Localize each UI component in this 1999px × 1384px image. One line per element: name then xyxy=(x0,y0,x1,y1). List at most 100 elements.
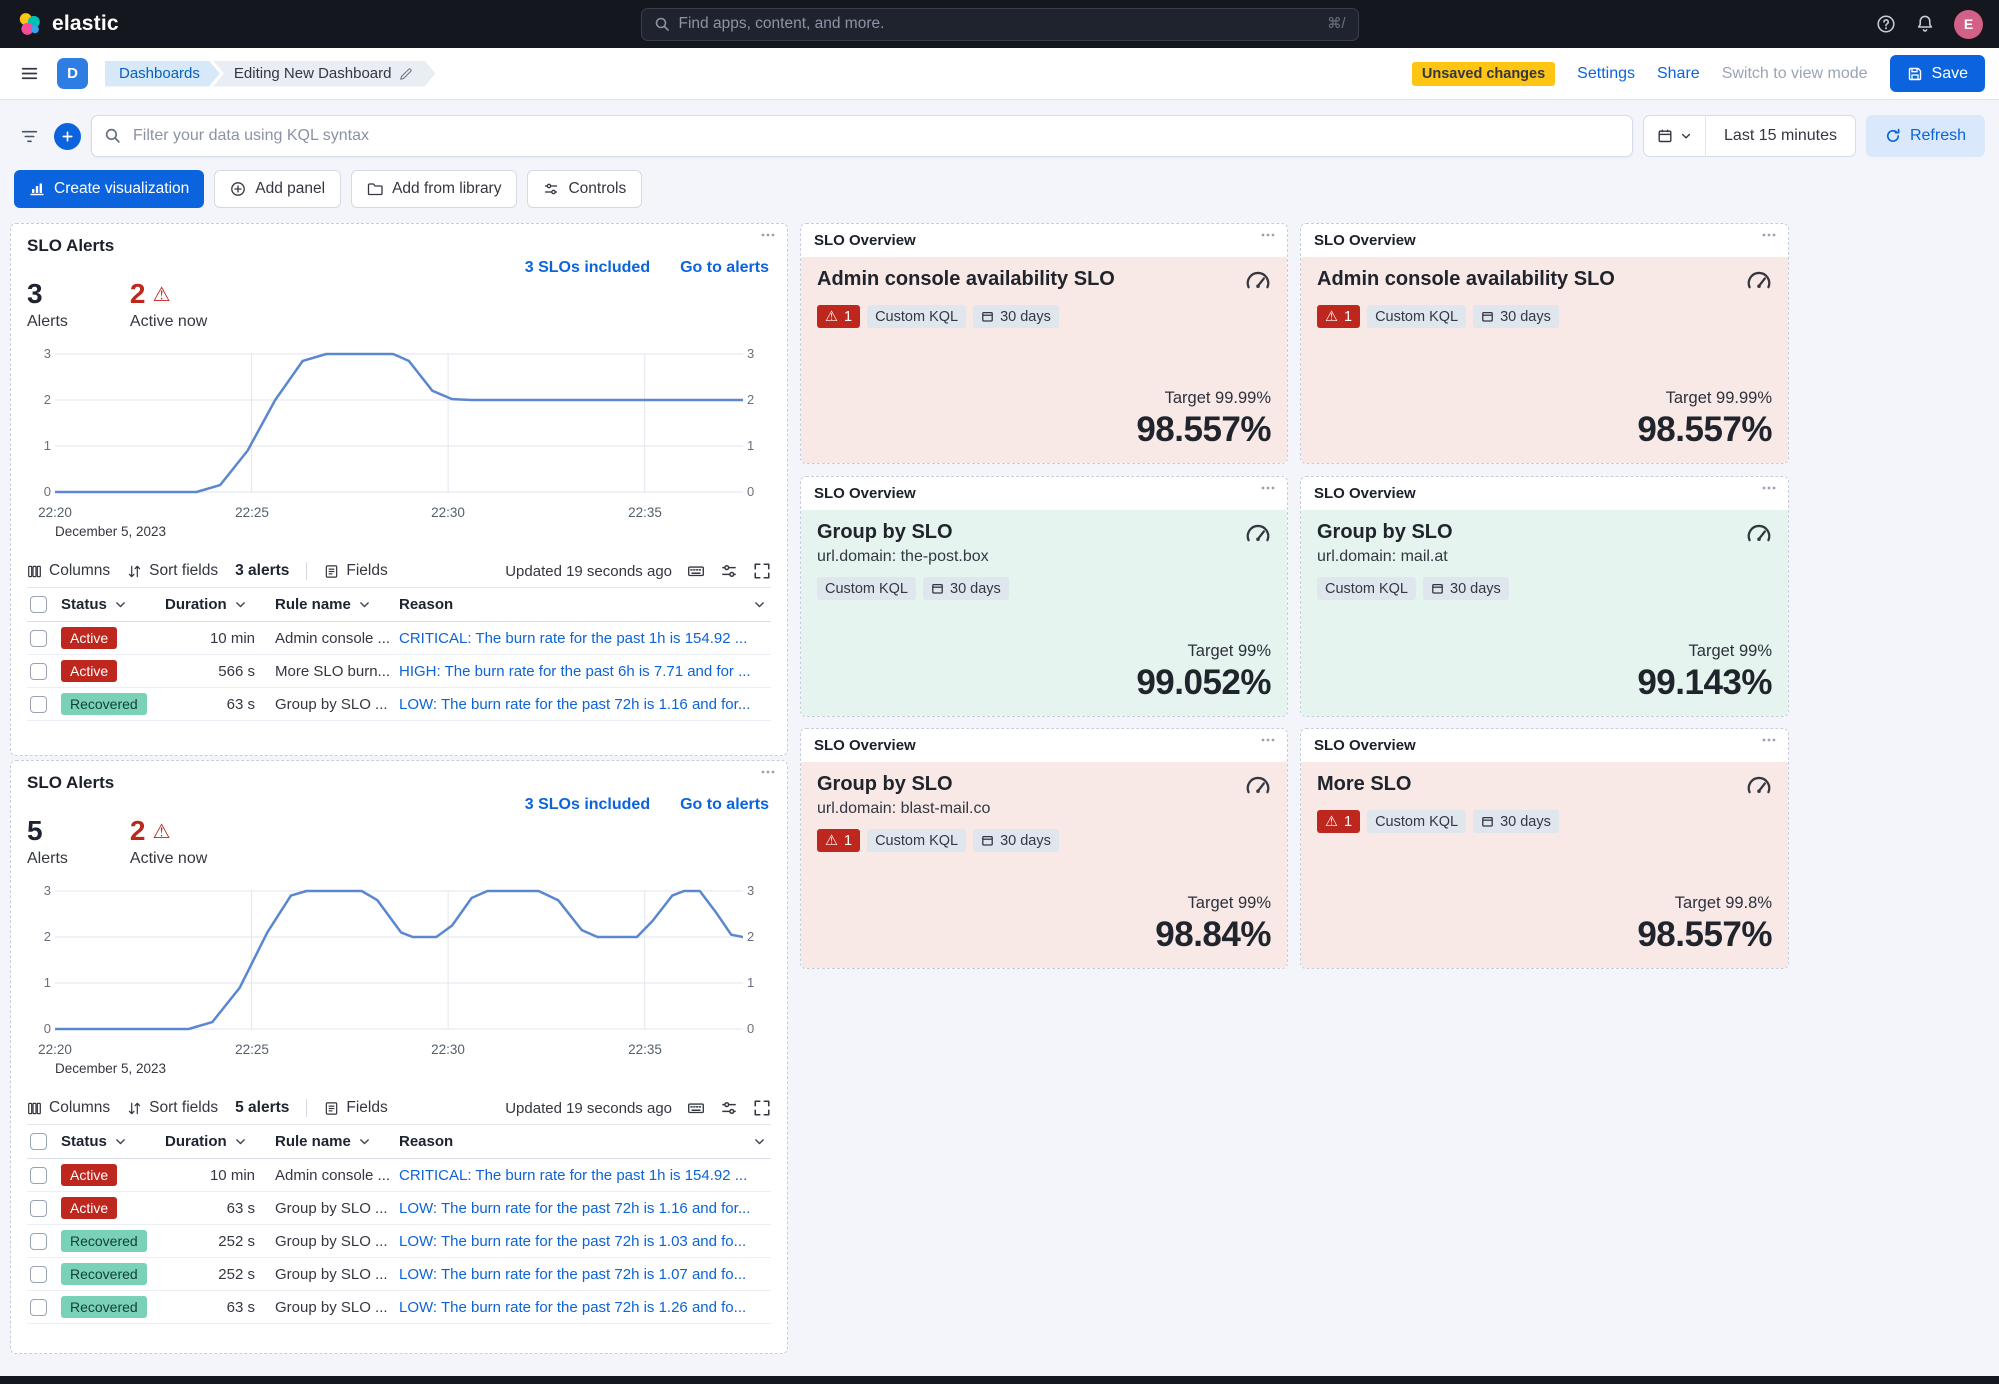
global-search-input[interactable] xyxy=(678,15,1318,33)
reason-link[interactable]: LOW: The burn rate for the past 72h is 1… xyxy=(399,1233,771,1250)
reason-link[interactable]: LOW: The burn rate for the past 72h is 1… xyxy=(399,1266,771,1283)
panel-options-button[interactable] xyxy=(1257,734,1279,746)
go-to-alerts-link[interactable]: Go to alerts xyxy=(680,259,769,277)
row-checkbox[interactable] xyxy=(30,629,47,647)
custom-kql-badge: Custom KQL xyxy=(1317,577,1416,600)
select-all-checkbox[interactable] xyxy=(30,1133,47,1150)
divider xyxy=(306,1099,308,1117)
alert-count-text: 3 alerts xyxy=(235,562,290,579)
column-header-duration[interactable]: Duration xyxy=(165,1133,275,1150)
row-checkbox[interactable] xyxy=(30,1199,47,1217)
row-checkbox[interactable] xyxy=(30,1166,47,1184)
time-range-value[interactable]: Last 15 minutes xyxy=(1706,127,1855,145)
slo-overview-panel: SLO Overview Group by SLO url.domain: ma… xyxy=(1300,476,1789,717)
refresh-button[interactable]: Refresh xyxy=(1865,115,1985,157)
fields-button[interactable]: Fields xyxy=(324,1099,388,1117)
reason-link[interactable]: LOW: The burn rate for the past 72h is 1… xyxy=(399,1299,771,1316)
datagrid-toolbar: Columns Sort fields 5 alerts Fields Upda… xyxy=(27,1092,771,1125)
row-checkbox[interactable] xyxy=(30,1232,47,1250)
rule-name-cell: Group by SLO ... xyxy=(275,1232,388,1250)
controls-label: Controls xyxy=(568,180,627,197)
add-filter-button[interactable] xyxy=(54,122,81,150)
slo-title: Admin console availability SLO xyxy=(817,268,1115,290)
reason-link[interactable]: LOW: The burn rate for the past 72h is 1… xyxy=(399,696,771,713)
filter-icon[interactable] xyxy=(14,118,44,154)
bottom-bar xyxy=(0,1376,1999,1384)
column-header-status[interactable]: Status xyxy=(61,1133,165,1150)
row-checkbox[interactable] xyxy=(30,1265,47,1283)
dashboard-toolbar: D Dashboards Editing New Dashboard Unsav… xyxy=(0,48,1999,100)
go-to-alerts-link[interactable]: Go to alerts xyxy=(680,796,769,814)
slo-alerts-panel: SLO Alerts 3 SLOs included Go to alerts … xyxy=(10,223,788,756)
settings-button[interactable]: Settings xyxy=(1577,65,1635,83)
panel-options-button[interactable] xyxy=(1758,482,1780,494)
row-checkbox[interactable] xyxy=(30,1298,47,1316)
fullscreen-icon[interactable] xyxy=(753,562,771,580)
chevron-down-icon xyxy=(359,602,369,608)
display-options-icon[interactable] xyxy=(720,562,738,580)
duration-cell: 63 s xyxy=(226,1298,255,1316)
fullscreen-icon[interactable] xyxy=(753,1099,771,1117)
panel-options-button[interactable] xyxy=(757,229,779,241)
reason-link[interactable]: LOW: The burn rate for the past 72h is 1… xyxy=(399,1200,771,1217)
breadcrumb-current[interactable]: Editing New Dashboard xyxy=(213,61,436,87)
panel-options-button[interactable] xyxy=(1758,229,1780,241)
calendar-dropdown-button[interactable] xyxy=(1644,116,1707,156)
column-header-rule-name[interactable]: Rule name xyxy=(275,1133,399,1150)
notifications-icon[interactable] xyxy=(1915,14,1935,34)
slo-value: 98.84% xyxy=(1155,915,1271,954)
panel-options-button[interactable] xyxy=(1758,734,1780,746)
alerts-stats: 5 Alerts 2 ⚠ Active now xyxy=(27,815,771,868)
reason-link[interactable]: HIGH: The burn rate for the past 6h is 7… xyxy=(399,663,771,680)
keyboard-shortcuts-icon[interactable] xyxy=(687,562,705,580)
sort-fields-button[interactable]: Sort fields xyxy=(127,1099,218,1117)
column-header-status[interactable]: Status xyxy=(61,596,165,613)
global-search[interactable]: ⌘/ xyxy=(640,7,1359,41)
reason-link[interactable]: CRITICAL: The burn rate for the past 1h … xyxy=(399,1167,771,1184)
create-visualization-button[interactable]: Create visualization xyxy=(14,170,205,208)
rule-name-cell: Admin console ... xyxy=(275,629,391,647)
slos-included-link[interactable]: 3 SLOs included xyxy=(525,796,650,814)
chevron-down-icon xyxy=(235,1139,245,1145)
select-all-checkbox[interactable] xyxy=(30,596,47,613)
panel-options-button[interactable] xyxy=(1257,229,1279,241)
reason-link[interactable]: CRITICAL: The burn rate for the past 1h … xyxy=(399,630,771,647)
sort-icon xyxy=(129,565,141,577)
display-options-icon[interactable] xyxy=(720,1099,738,1117)
column-header-reason[interactable]: Reason xyxy=(399,596,771,613)
elastic-brand[interactable]: elastic xyxy=(16,11,119,37)
chevron-down-icon xyxy=(235,602,245,608)
gauge-icon xyxy=(1746,773,1772,799)
calendar-icon xyxy=(1658,129,1672,143)
slos-included-link[interactable]: 3 SLOs included xyxy=(525,259,650,277)
save-button[interactable]: Save xyxy=(1889,55,1985,92)
calendar-icon xyxy=(1482,311,1493,322)
add-panel-button[interactable]: Add panel xyxy=(214,170,342,208)
columns-button[interactable]: Columns xyxy=(27,562,110,580)
slo-alerts-panel: SLO Alerts 3 SLOs included Go to alerts … xyxy=(10,760,788,1354)
sort-fields-button[interactable]: Sort fields xyxy=(127,562,218,580)
column-header-rule-name[interactable]: Rule name xyxy=(275,596,399,613)
switch-view-mode-button[interactable]: Switch to view mode xyxy=(1722,65,1868,83)
keyboard-shortcuts-icon[interactable] xyxy=(687,1099,705,1117)
help-icon[interactable] xyxy=(1876,14,1896,34)
row-checkbox[interactable] xyxy=(30,662,47,680)
space-badge[interactable]: D xyxy=(57,58,88,89)
breadcrumb-dashboards[interactable]: Dashboards xyxy=(105,61,220,87)
slo-overview-panel: SLO Overview More SLO ⚠ 1 Custom KQL 30 d… xyxy=(1300,728,1789,969)
column-header-duration[interactable]: Duration xyxy=(165,596,275,613)
fields-button[interactable]: Fields xyxy=(324,562,388,580)
menu-icon[interactable] xyxy=(14,59,44,89)
kql-input[interactable] xyxy=(91,115,1634,157)
controls-button[interactable]: Controls xyxy=(527,170,643,208)
column-header-reason[interactable]: Reason xyxy=(399,1133,771,1150)
duration-cell: 63 s xyxy=(226,695,255,713)
panel-options-button[interactable] xyxy=(757,766,779,778)
columns-button[interactable]: Columns xyxy=(27,1099,110,1117)
user-avatar[interactable]: E xyxy=(1954,9,1983,39)
row-checkbox[interactable] xyxy=(30,695,47,713)
alerts-timeline-chart: 01230123 22:20 December 5, 2023 22:25 22:30… xyxy=(38,883,755,1076)
panel-options-button[interactable] xyxy=(1257,482,1279,494)
share-button[interactable]: Share xyxy=(1657,65,1700,83)
add-from-library-button[interactable]: Add from library xyxy=(351,170,518,208)
